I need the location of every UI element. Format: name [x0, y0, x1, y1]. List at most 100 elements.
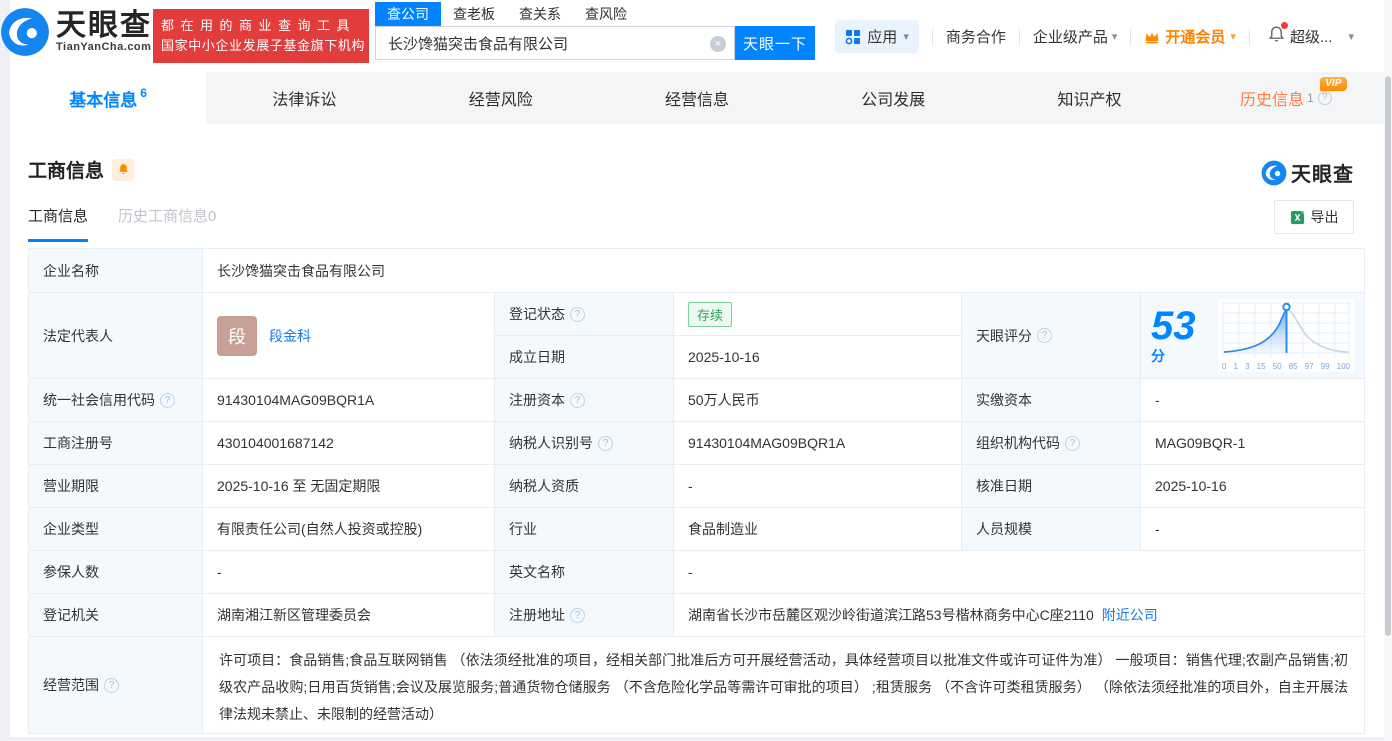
section-title: 工商信息: [28, 156, 104, 183]
legal-rep-cell: 段 段金科: [203, 293, 495, 379]
reg-number-value: 430104001687142: [203, 422, 495, 465]
est-date-value: 2025-10-16: [674, 336, 962, 379]
search-input-value: 长沙馋猫突击食品有限公司: [388, 33, 568, 54]
company-nav-tabs: 基本信息 6 法律诉讼 经营风险 经营信息 公司发展 知识产权 VIP 历史信息…: [10, 72, 1384, 124]
help-icon[interactable]: ?: [1037, 328, 1052, 343]
field-label: 企业名称: [29, 249, 203, 293]
score-label: 天眼评分: [976, 326, 1032, 346]
cooperation-link[interactable]: 商务合作: [946, 26, 1006, 47]
reg-address-value: 湖南省长沙市岳麓区观沙岭街道滨江路53号楷林商务中心C座2110: [688, 605, 1094, 625]
org-code-label: 组织机构代码: [976, 433, 1060, 453]
watermark-logo-text: 天眼查: [1291, 158, 1354, 187]
help-icon[interactable]: ?: [570, 393, 585, 408]
status-badge: 存续: [688, 302, 732, 327]
help-icon[interactable]: ?: [598, 436, 613, 451]
tianyancha-logo[interactable]: 天眼查 TianYanCha.com: [0, 7, 152, 57]
tab-history-info[interactable]: VIP 历史信息 1 ?: [1188, 72, 1384, 124]
vip-badge: VIP: [1320, 77, 1347, 91]
help-icon[interactable]: ?: [570, 608, 585, 623]
field-label: 经营范围 ?: [29, 637, 203, 734]
tab-intellectual-property[interactable]: 知识产权: [991, 72, 1187, 124]
reg-status-cell: 存续: [674, 293, 962, 336]
tab-basic-info-label: 基本信息: [69, 86, 137, 111]
reg-capital-label: 注册资本: [509, 390, 565, 410]
tick: 1: [1234, 362, 1238, 371]
score-number-wrap: 53分: [1151, 306, 1204, 366]
enterprise-label: 企业级产品: [1033, 26, 1108, 47]
tick: 85: [1289, 362, 1298, 371]
company-name-value: 长沙馋猫突击食品有限公司: [203, 249, 1365, 293]
field-label: 工商注册号: [29, 422, 203, 465]
reg-authority-value: 湖南湘江新区管理委员会: [203, 594, 495, 637]
field-label: 营业期限: [29, 465, 203, 508]
score-unit: 分: [1151, 348, 1165, 364]
watermark-logo-icon: [1261, 160, 1287, 186]
score-axis-ticks: 0 1 3 15 50 85 97 99 100: [1222, 362, 1350, 371]
english-name-value: -: [674, 551, 1365, 594]
score-distribution-chart: 0 1 3 15 50 85 97 99 100: [1218, 299, 1354, 372]
search-input[interactable]: 长沙馋猫突击食品有限公司 ×: [375, 26, 735, 60]
header-menu: 应用 ▾ 商务合作 企业级产品 ▾ 开通会员 ▾ 超级... ▾: [835, 20, 1354, 53]
tab-history-info-label: 历史信息: [1240, 86, 1304, 110]
tab-operation-info[interactable]: 经营信息: [599, 72, 795, 124]
scrollbar-track[interactable]: [1384, 0, 1392, 741]
search-tabs: 查公司 查老板 查关系 查风险: [375, 2, 815, 26]
tab-operation-risk[interactable]: 经营风险: [403, 72, 599, 124]
business-registration-table: 企业名称 长沙馋猫突击食品有限公司 法定代表人 段 段金科 登记状态 ? 存续 …: [28, 248, 1364, 734]
search-tab-boss[interactable]: 查老板: [441, 2, 507, 26]
divider: [1019, 29, 1020, 45]
field-label: 登记状态 ?: [495, 293, 674, 336]
account-menu[interactable]: 超级... ▾: [1290, 26, 1354, 47]
export-button[interactable]: 导出: [1274, 200, 1354, 234]
tick: 15: [1257, 362, 1266, 371]
promo-banner: 都在用的商业查询工具 国家中小企业发展子基金旗下机构: [153, 9, 369, 63]
tab-legal[interactable]: 法律诉讼: [206, 72, 402, 124]
score-value: 53: [1151, 304, 1196, 348]
field-label: 成立日期: [495, 336, 674, 379]
vip-menu[interactable]: 开通会员 ▾: [1144, 26, 1236, 47]
notifications-button[interactable]: [1267, 25, 1286, 48]
tab-basic-info[interactable]: 基本信息 6: [10, 72, 206, 124]
paid-capital-value: -: [1141, 379, 1365, 422]
business-scope-label: 经营范围: [43, 675, 99, 695]
section-header: 工商信息: [28, 156, 134, 183]
field-label: 组织机构代码 ?: [962, 422, 1141, 465]
tick: 3: [1245, 362, 1249, 371]
legal-rep-link[interactable]: 段金科: [269, 326, 311, 346]
business-info-subtabs: 工商信息 历史工商信息0: [28, 205, 216, 242]
scrollbar-thumb[interactable]: [1385, 76, 1391, 636]
crown-icon: [1144, 30, 1160, 44]
clear-search-icon[interactable]: ×: [710, 36, 726, 52]
field-label: 登记机关: [29, 594, 203, 637]
logo-text: 天眼查 TianYanCha.com: [56, 11, 152, 53]
subtab-business-info[interactable]: 工商信息: [28, 205, 88, 242]
promo-line2: 国家中小企业发展子基金旗下机构: [161, 36, 361, 56]
subtab-history-business-info[interactable]: 历史工商信息0: [118, 205, 216, 242]
enterprise-menu[interactable]: 企业级产品 ▾: [1033, 26, 1118, 47]
legal-rep-avatar[interactable]: 段: [217, 316, 257, 356]
search-tab-relation[interactable]: 查关系: [507, 2, 573, 26]
search-button[interactable]: 天眼一下: [735, 26, 815, 60]
search-tab-company[interactable]: 查公司: [375, 2, 441, 26]
apps-label: 应用: [867, 26, 897, 47]
help-icon[interactable]: ?: [104, 678, 119, 693]
field-label: 法定代表人: [29, 293, 203, 379]
staff-size-value: -: [1141, 508, 1365, 551]
help-icon[interactable]: ?: [160, 393, 175, 408]
help-icon[interactable]: ?: [570, 307, 585, 322]
search-tab-risk[interactable]: 查风险: [573, 2, 639, 26]
subscribe-bell-button[interactable]: [112, 159, 134, 181]
apps-menu[interactable]: 应用 ▾: [835, 20, 919, 53]
history-help-icon[interactable]: ?: [1318, 91, 1332, 105]
reg-status-label: 登记状态: [509, 304, 565, 324]
tab-basic-info-count: 6: [140, 86, 147, 100]
promo-line1: 都在用的商业查询工具: [161, 16, 361, 36]
field-label: 人员规模: [962, 508, 1141, 551]
help-icon[interactable]: ?: [1065, 436, 1080, 451]
nearby-companies-link[interactable]: 附近公司: [1102, 605, 1158, 625]
tab-company-development[interactable]: 公司发展: [795, 72, 991, 124]
vip-label: 开通会员: [1165, 26, 1225, 47]
field-label: 行业: [495, 508, 674, 551]
divider: [932, 29, 933, 45]
account-label: 超级...: [1290, 26, 1333, 47]
